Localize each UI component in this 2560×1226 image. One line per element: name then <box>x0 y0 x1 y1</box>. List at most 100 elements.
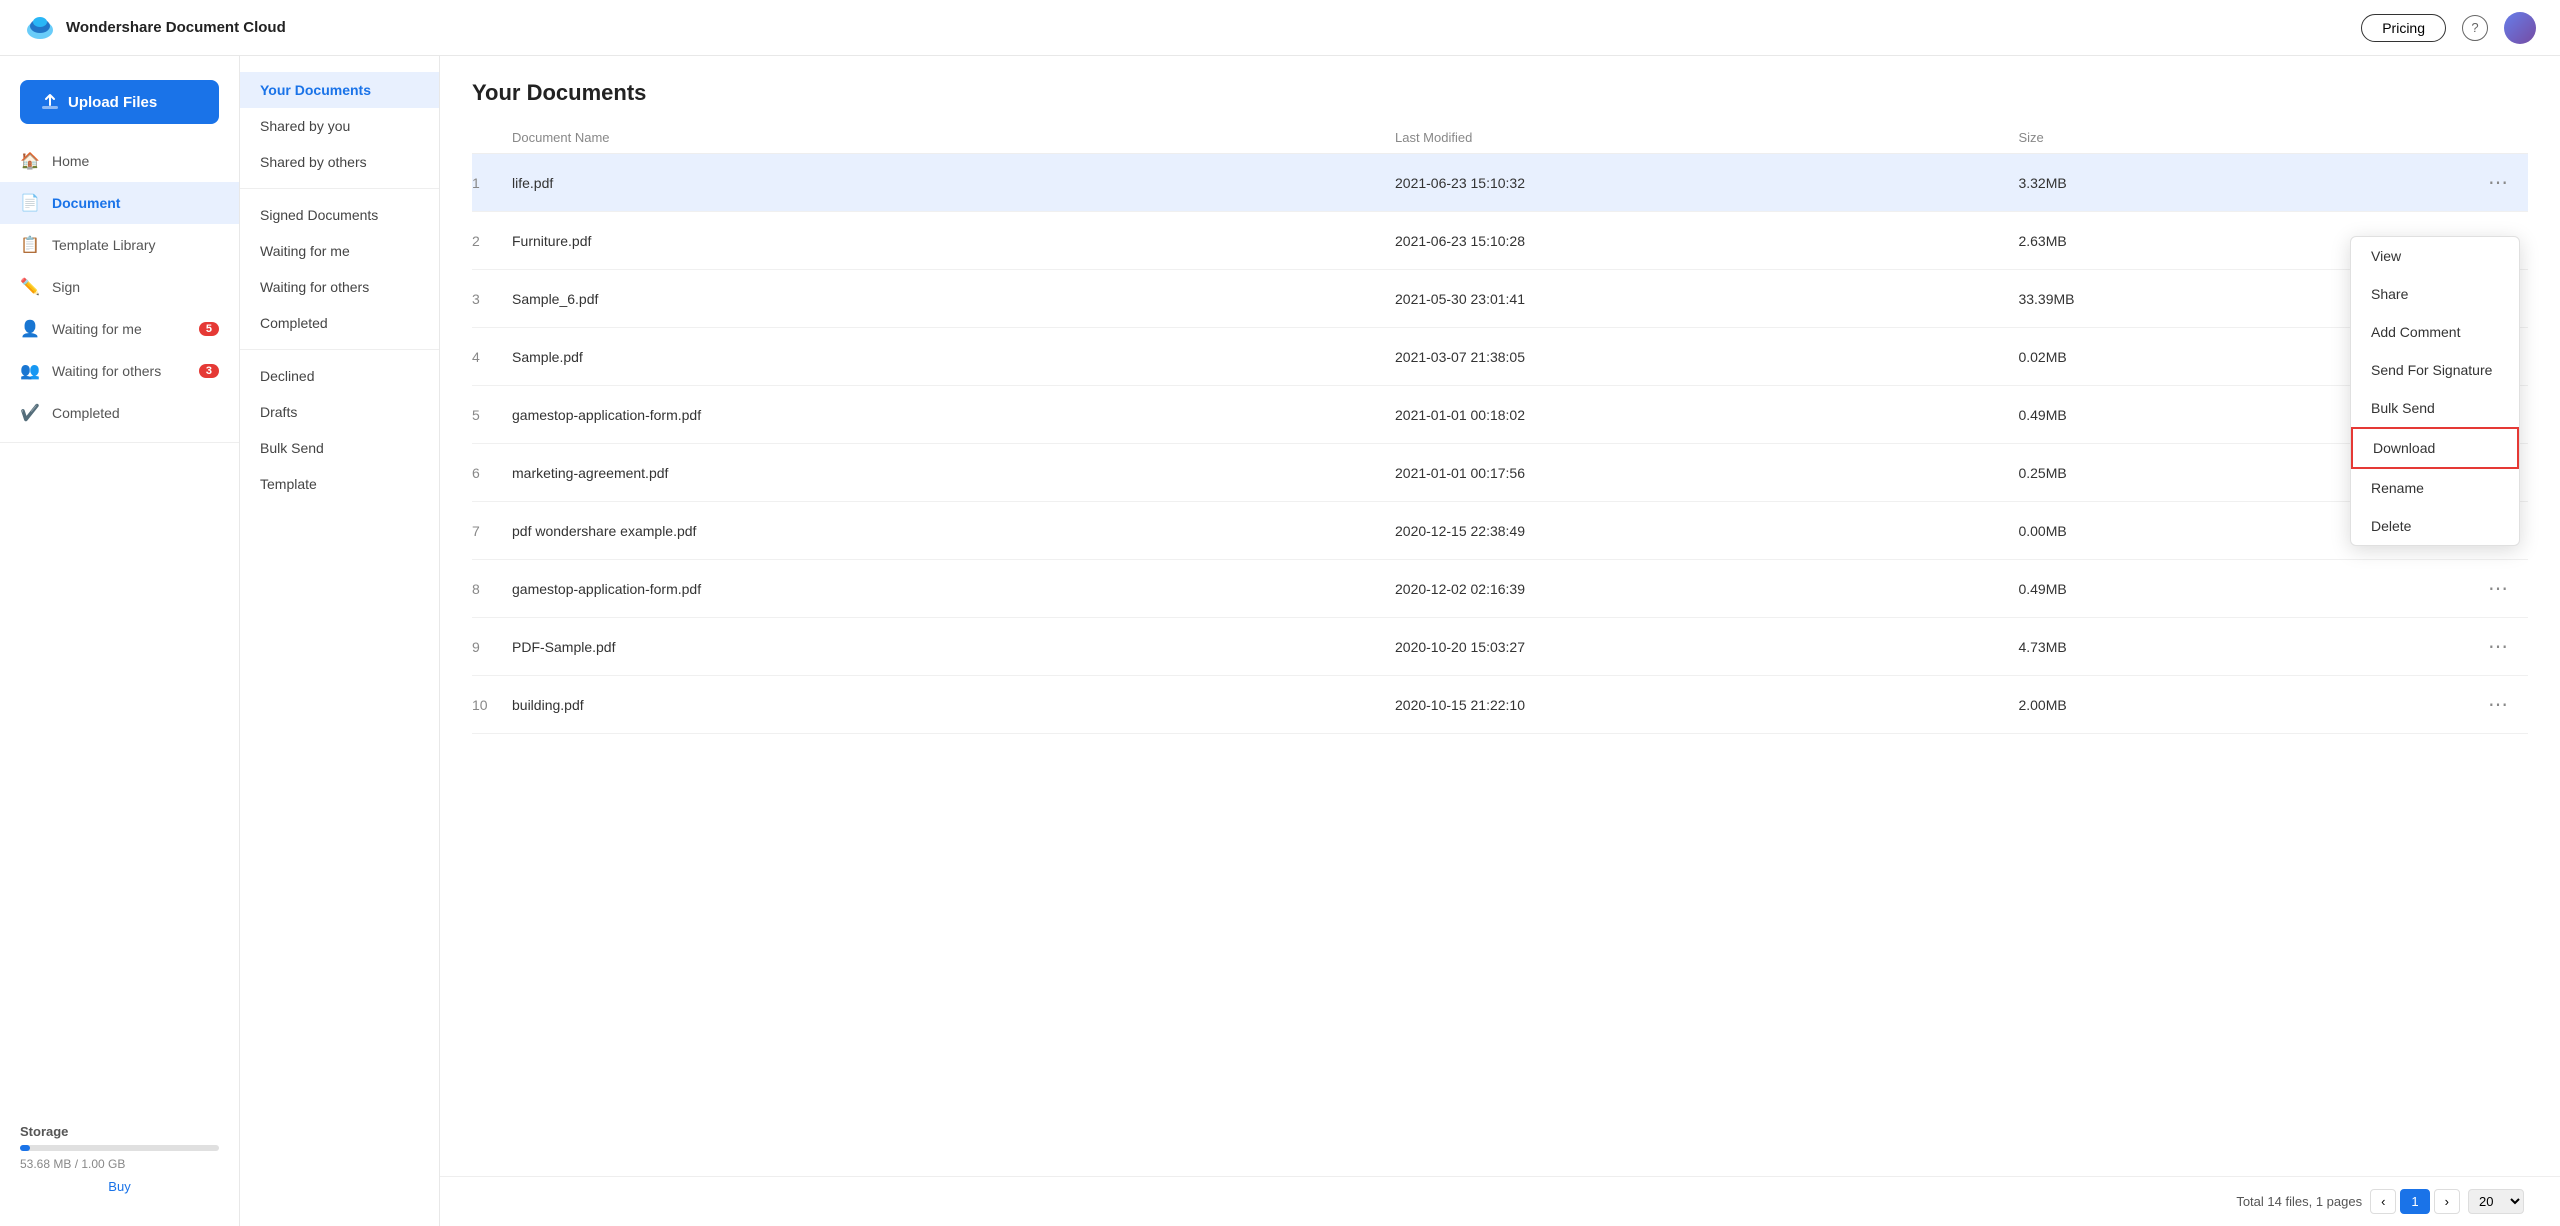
sidebar-item-label-sign: Sign <box>52 279 80 295</box>
doc-name: marketing-agreement.pdf <box>512 444 1395 502</box>
doc-size: 0.00MB <box>2018 502 2317 560</box>
topbar-right: Pricing ? <box>2361 12 2536 44</box>
content-header: Your Documents <box>440 56 2560 122</box>
sidebar-item-document[interactable]: 📄 Document <box>0 182 239 224</box>
context-menu-send-for-signature[interactable]: Send For Signature <box>2351 351 2519 389</box>
prev-page-button[interactable]: ‹ <box>2370 1189 2396 1214</box>
table-footer: Total 14 files, 1 pages ‹ 1 › 20 50 100 <box>440 1176 2560 1226</box>
row-num: 5 <box>472 386 512 444</box>
doc-name: pdf wondershare example.pdf <box>512 502 1395 560</box>
context-menu-bulk-send[interactable]: Bulk Send <box>2351 389 2519 427</box>
col-size: Size <box>2018 122 2317 154</box>
sidebar-item-sign[interactable]: ✏️ Sign <box>0 266 239 308</box>
sidebar-item-home[interactable]: 🏠Home <box>0 140 239 182</box>
document-icon: 📄 <box>20 193 40 213</box>
more-options-button[interactable]: ⋯ <box>2480 632 2516 661</box>
content-area: Your Documents Document Name Last Modifi… <box>440 56 2560 1226</box>
col-name: Document Name <box>512 122 1395 154</box>
doc-size: 4.73MB <box>2018 618 2317 676</box>
doc-size: 33.39MB <box>2018 270 2317 328</box>
doc-name: gamestop-application-form.pdf <box>512 560 1395 618</box>
context-menu-rename[interactable]: Rename <box>2351 469 2519 507</box>
page-title: Your Documents <box>472 80 2528 106</box>
doc-size: 3.32MB <box>2018 154 2317 212</box>
doc-modified: 2021-05-30 23:01:41 <box>1395 270 2018 328</box>
storage-info: 53.68 MB / 1.00 GB <box>20 1157 219 1171</box>
documents-table: Document Name Last Modified Size 1life.p… <box>472 122 2528 734</box>
context-menu: ViewShareAdd CommentSend For SignatureBu… <box>2350 236 2520 546</box>
doc-size: 0.02MB <box>2018 328 2317 386</box>
per-page-select[interactable]: 20 50 100 <box>2468 1189 2524 1214</box>
next-page-button[interactable]: › <box>2434 1189 2460 1214</box>
center-nav-waiting-for-others[interactable]: Waiting for others <box>240 269 439 305</box>
center-nav-drafts[interactable]: Drafts <box>240 394 439 430</box>
col-modified: Last Modified <box>1395 122 2018 154</box>
center-nav-template[interactable]: Template <box>240 466 439 502</box>
template-icon: 📋 <box>20 235 40 255</box>
more-options-button[interactable]: ⋯ <box>2480 168 2516 197</box>
row-num: 10 <box>472 676 512 734</box>
context-menu-view[interactable]: View <box>2351 237 2519 275</box>
row-num: 9 <box>472 618 512 676</box>
center-nav: Your DocumentsShared by youShared by oth… <box>240 72 439 502</box>
context-menu-delete[interactable]: Delete <box>2351 507 2519 545</box>
doc-modified: 2021-06-23 15:10:28 <box>1395 212 2018 270</box>
table-row: 10building.pdf2020-10-15 21:22:102.00MB⋯ <box>472 676 2528 734</box>
center-divider-7 <box>240 349 439 350</box>
sidebar-item-completed[interactable]: ✔️Completed <box>0 392 239 434</box>
doc-name: building.pdf <box>512 676 1395 734</box>
pagination: ‹ 1 › <box>2370 1189 2460 1214</box>
sidebar-item-template-library[interactable]: 📋Template Library <box>0 224 239 266</box>
doc-size: 2.00MB <box>2018 676 2317 734</box>
doc-name: PDF-Sample.pdf <box>512 618 1395 676</box>
documents-table-wrap: Document Name Last Modified Size 1life.p… <box>440 122 2560 1176</box>
doc-modified: 2021-01-01 00:18:02 <box>1395 386 2018 444</box>
center-nav-completed[interactable]: Completed <box>240 305 439 341</box>
context-menu-download[interactable]: Download <box>2351 427 2519 469</box>
sign-icon: ✏️ <box>20 277 40 297</box>
doc-size: 0.49MB <box>2018 560 2317 618</box>
center-nav-your-documents[interactable]: Your Documents <box>240 72 439 108</box>
sidebar-item-waiting-for-others[interactable]: 👥Waiting for others3 <box>0 350 239 392</box>
context-menu-share[interactable]: Share <box>2351 275 2519 313</box>
sidebar: Upload Files 🏠Home 📄 Document 📋Template Lib… <box>0 56 240 1226</box>
center-nav-shared-by-you[interactable]: Shared by you <box>240 108 439 144</box>
doc-name: gamestop-application-form.pdf <box>512 386 1395 444</box>
center-nav-shared-by-others[interactable]: Shared by others <box>240 144 439 180</box>
doc-modified: 2020-12-15 22:38:49 <box>1395 502 2018 560</box>
sidebar-item-label-completed: Completed <box>52 405 120 421</box>
table-row: 6marketing-agreement.pdf2021-01-01 00:17… <box>472 444 2528 502</box>
table-row: 2Furniture.pdf2021-06-23 15:10:282.63MB⋯ <box>472 212 2528 270</box>
person-icon: 👤 <box>20 319 40 339</box>
avatar[interactable] <box>2504 12 2536 44</box>
table-row: 5gamestop-application-form.pdf2021-01-01… <box>472 386 2528 444</box>
doc-actions: ⋯ <box>2317 618 2528 676</box>
doc-name: life.pdf <box>512 154 1395 212</box>
doc-modified: 2021-03-07 21:38:05 <box>1395 328 2018 386</box>
main-layout: Upload Files 🏠Home 📄 Document 📋Template Lib… <box>0 56 2560 1226</box>
doc-name: Sample_6.pdf <box>512 270 1395 328</box>
pricing-button[interactable]: Pricing <box>2361 14 2446 42</box>
row-num: 6 <box>472 444 512 502</box>
doc-actions: ⋯ <box>2317 560 2528 618</box>
sidebar-item-waiting-for-me[interactable]: 👤Waiting for me5 <box>0 308 239 350</box>
context-menu-add-comment[interactable]: Add Comment <box>2351 313 2519 351</box>
upload-button[interactable]: Upload Files <box>20 80 219 124</box>
doc-actions: ⋯ <box>2317 676 2528 734</box>
table-row: 4Sample.pdf2021-03-07 21:38:050.02MB⋯ <box>472 328 2528 386</box>
page-1-button[interactable]: 1 <box>2400 1189 2429 1214</box>
center-nav-signed-documents[interactable]: Signed Documents <box>240 197 439 233</box>
sidebar-item-label-document: Document <box>52 195 120 211</box>
center-nav-waiting-for-me[interactable]: Waiting for me <box>240 233 439 269</box>
doc-name: Furniture.pdf <box>512 212 1395 270</box>
upload-icon <box>40 92 60 112</box>
help-icon[interactable]: ? <box>2462 15 2488 41</box>
center-nav-declined[interactable]: Declined <box>240 358 439 394</box>
storage-label: Storage <box>20 1124 219 1139</box>
buy-button[interactable]: Buy <box>20 1179 219 1194</box>
more-options-button[interactable]: ⋯ <box>2480 690 2516 719</box>
center-nav-bulk-send[interactable]: Bulk Send <box>240 430 439 466</box>
total-info: Total 14 files, 1 pages <box>2236 1194 2362 1209</box>
doc-modified: 2021-06-23 15:10:32 <box>1395 154 2018 212</box>
more-options-button[interactable]: ⋯ <box>2480 574 2516 603</box>
